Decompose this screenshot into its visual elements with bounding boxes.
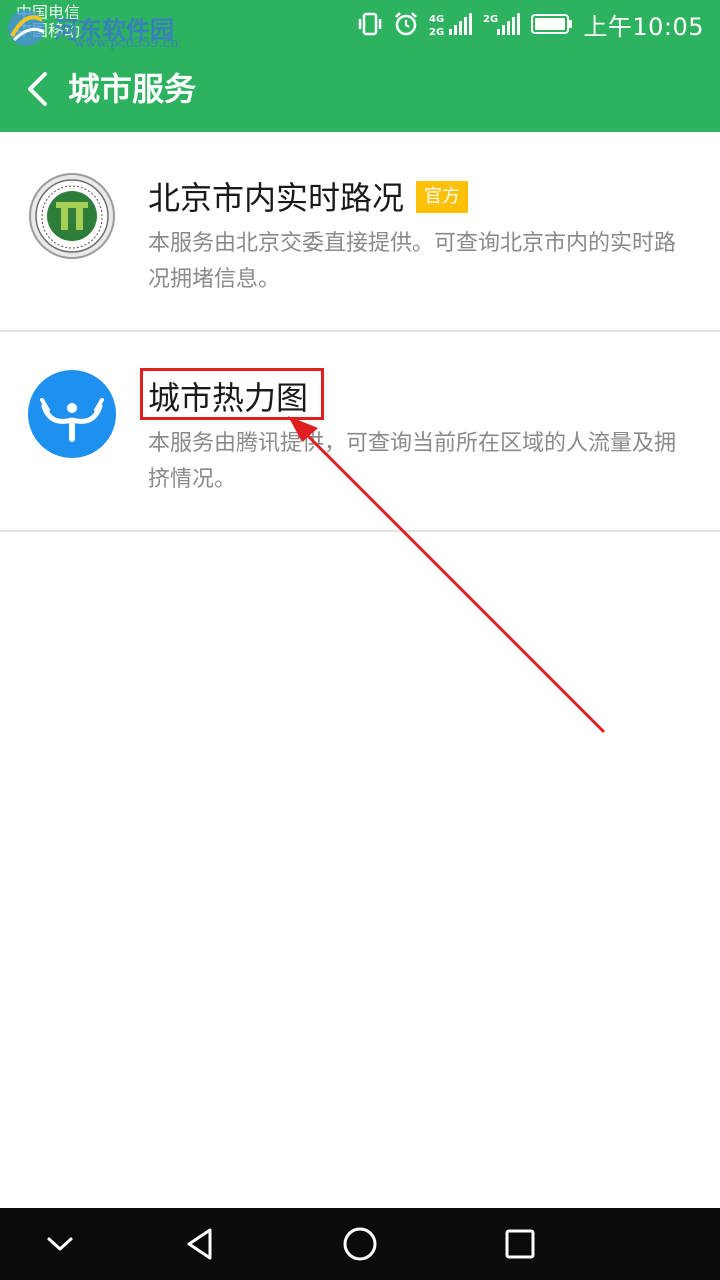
signal-4g-icon: 4G 2G (429, 13, 473, 37)
service-description: 本服务由腾讯提供，可查询当前所在区域的人流量及拥挤情况。 (148, 431, 677, 492)
battery-icon (531, 14, 573, 34)
status-bar: 中国电信 中国移动 河东软件园 www.pc0359.cn 4G 2G 2G 上… (0, 0, 720, 51)
chevron-down-icon (47, 1237, 73, 1251)
vibrate-icon (359, 12, 382, 36)
nav-back-button[interactable] (180, 1224, 220, 1264)
signal-2g-icon: 2G (483, 13, 521, 35)
home-circle-icon (343, 1227, 377, 1261)
service-item-city-heatmap[interactable]: 城市热力图 本服务由腾讯提供，可查询当前所在区域的人流量及拥挤情况。 (0, 332, 720, 532)
net-label-1: 4G (429, 14, 444, 25)
nav-home-button[interactable] (340, 1224, 380, 1264)
page-title: 城市服务 (68, 70, 197, 108)
annotation-highlight-box (140, 368, 324, 420)
top-bar: 中国电信 中国移动 河东软件园 www.pc0359.cn 4G 2G 2G 上… (0, 0, 720, 132)
net-label-1b: 2G (429, 27, 444, 37)
beijing-transport-logo-icon (28, 172, 116, 260)
nav-collapse-button[interactable] (40, 1224, 80, 1264)
heatmap-person-logo-icon (28, 370, 116, 458)
back-triangle-icon (187, 1228, 212, 1260)
nav-recents-button[interactable] (500, 1224, 540, 1264)
net-label-2: 2G (483, 14, 498, 25)
service-title: 北京市内实时路况 官方 (148, 178, 469, 218)
header: 城市服务 (0, 50, 720, 132)
recent-square-icon (505, 1229, 535, 1259)
service-list: 北京市内实时路况 官方 本服务由北京交委直接提供。可查询北京市内的实时路况拥堵信息… (0, 132, 720, 532)
screen: 中国电信 中国移动 河东软件园 www.pc0359.cn 4G 2G 2G 上… (0, 0, 720, 1280)
watermark-logo-icon (8, 10, 45, 46)
status-icons: 4G 2G 2G 上午10:05 (357, 8, 704, 41)
service-title-text: 北京市内实时路况 (148, 179, 405, 217)
clock: 上午10:05 (583, 12, 704, 41)
chevron-left-icon (28, 72, 47, 106)
watermark-url: www.pc0359.cn (74, 36, 179, 51)
official-badge: 官方 (416, 181, 469, 213)
service-description: 本服务由北京交委直接提供。可查询北京市内的实时路况拥堵信息。 (148, 231, 677, 292)
back-button[interactable] (14, 66, 60, 112)
watermark: 河东软件园 www.pc0359.cn (2, 6, 212, 51)
alarm-icon (395, 12, 418, 36)
navigation-bar (0, 1208, 720, 1280)
service-item-beijing-traffic[interactable]: 北京市内实时路况 官方 本服务由北京交委直接提供。可查询北京市内的实时路况拥堵信息… (0, 132, 720, 332)
